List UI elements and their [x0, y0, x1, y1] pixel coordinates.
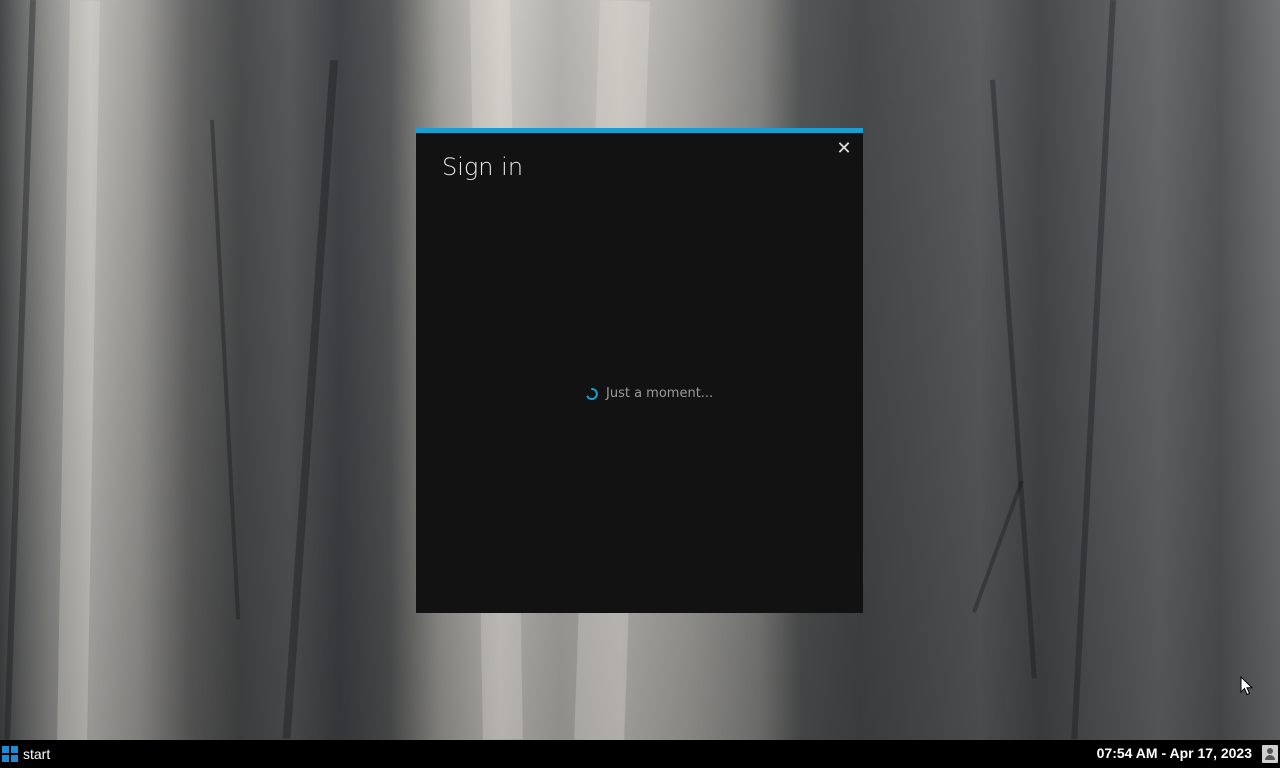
- loading-text: Just a moment...: [606, 386, 714, 401]
- user-icon[interactable]: [1262, 745, 1278, 763]
- sign-in-dialog: Sign in ✕ Just a moment...: [416, 128, 863, 613]
- start-label: start: [23, 746, 51, 762]
- dialog-title: Sign in: [442, 153, 524, 181]
- close-icon: ✕: [836, 138, 852, 158]
- taskbar: start 07:54 AM - Apr 17, 2023: [0, 740, 1280, 768]
- taskbar-clock[interactable]: 07:54 AM - Apr 17, 2023: [1097, 745, 1252, 761]
- windows-logo-icon: [2, 746, 18, 762]
- loading-indicator: Just a moment...: [586, 386, 713, 401]
- loading-spinner-icon: [586, 387, 598, 400]
- close-button[interactable]: ✕: [833, 137, 855, 159]
- start-button[interactable]: start: [2, 745, 50, 763]
- mouse-pointer-icon: [1240, 676, 1254, 696]
